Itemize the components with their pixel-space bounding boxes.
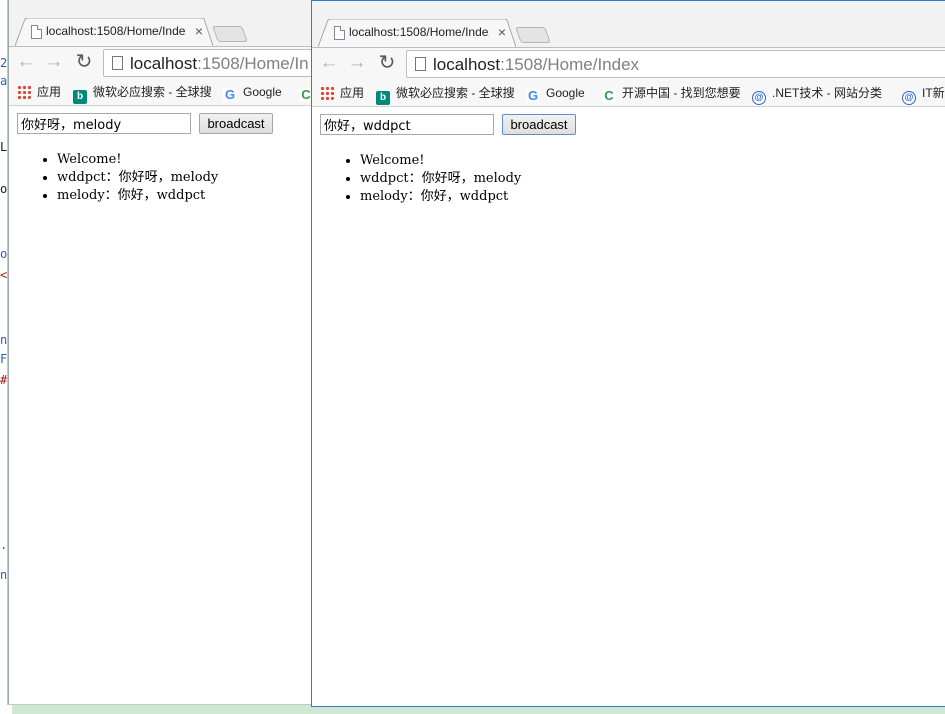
bookmark-apps[interactable]: 应用 xyxy=(17,83,61,101)
forward-arrow-icon[interactable]: → xyxy=(43,51,65,73)
bing-icon: b xyxy=(73,90,87,104)
reload-icon[interactable]: ↻ xyxy=(73,51,95,73)
forward-arrow-icon[interactable]: → xyxy=(346,52,368,74)
list-item: Welcome! xyxy=(57,151,218,169)
message-list: Welcome! wddpct：你好呀，melody melody：你好，wdd… xyxy=(360,152,521,206)
new-tab-button[interactable] xyxy=(212,26,248,42)
close-icon[interactable]: × xyxy=(192,23,206,39)
page-content: broadcast Welcome! wddpct：你好呀，melody mel… xyxy=(312,108,945,706)
bookmark-bing[interactable]: b 微软必应搜索 - 全球搜 xyxy=(73,83,212,104)
address-bar[interactable]: localhost:1508/Home/Index xyxy=(406,50,945,78)
list-item: Welcome! xyxy=(360,152,521,170)
tab-strip: localhost:1508/Home/Index × xyxy=(9,0,312,46)
list-item: wddpct：你好呀，melody xyxy=(360,170,521,188)
code-fragment: < xyxy=(0,268,8,282)
bookmark-cnblogs-it[interactable]: @ IT新 xyxy=(902,84,945,105)
bookmark-label: 应用 xyxy=(37,85,62,99)
message-input[interactable] xyxy=(17,113,191,134)
bookmark-google[interactable]: G Google xyxy=(223,83,282,102)
list-item: melody：你好，wddpct xyxy=(57,187,218,205)
bookmark-cnblogs-net[interactable]: @ .NET技术 - 网站分类 xyxy=(752,84,882,105)
page-icon xyxy=(31,25,42,39)
url-host: localhost xyxy=(130,54,198,73)
browser-window-right: localhost:1508/Home/Index × ← → ↻ localh… xyxy=(311,0,945,707)
cnblogs-icon: @ xyxy=(902,91,916,105)
bookmark-label: Google xyxy=(243,85,282,99)
bookmark-label: IT新 xyxy=(922,86,945,100)
tab-title: localhost:1508/Home/Index xyxy=(46,24,186,38)
url-path: :1508/Home/Index xyxy=(500,55,640,74)
message-list: Welcome! wddpct：你好呀，melody melody：你好，wdd… xyxy=(57,151,218,205)
back-arrow-icon[interactable]: ← xyxy=(318,52,340,74)
new-tab-button[interactable] xyxy=(515,27,551,43)
page-icon xyxy=(112,56,123,70)
code-fragment: # xyxy=(0,373,8,387)
bookmark-google[interactable]: G Google xyxy=(526,84,585,103)
code-fragment: . xyxy=(0,538,8,552)
address-bar[interactable]: localhost:1508/Home/In xyxy=(103,49,312,77)
bookmarks-bar: 应用 b 微软必应搜索 - 全球搜 G Google C xyxy=(9,78,312,106)
apps-grid-icon xyxy=(17,85,31,99)
url-text: localhost:1508/Home/Index xyxy=(433,55,639,75)
cnblogs-icon: @ xyxy=(752,91,766,105)
page-icon xyxy=(334,26,345,40)
bookmark-apps[interactable]: 应用 xyxy=(320,84,364,102)
bookmark-label: 微软必应搜索 - 全球搜 xyxy=(396,86,515,100)
page-content: broadcast Welcome! wddpct：你好呀，melody mel… xyxy=(9,107,312,704)
reload-icon[interactable]: ↻ xyxy=(376,52,398,74)
bookmark-bing[interactable]: b 微软必应搜索 - 全球搜 xyxy=(376,84,515,105)
bookmark-label: Google xyxy=(546,86,585,100)
url-path: :1508/Home/In xyxy=(197,54,309,73)
bookmarks-bar: 应用 b 微软必应搜索 - 全球搜 G Google C 开源中国 - 找到您想要 @… xyxy=(312,79,945,107)
google-icon: G xyxy=(223,87,237,102)
url-host: localhost xyxy=(433,55,501,74)
close-icon[interactable]: × xyxy=(495,24,509,40)
bookmark-label: 微软必应搜索 - 全球搜 xyxy=(93,85,212,99)
bookmark-label: 开源中国 - 找到您想要 xyxy=(622,86,741,100)
apps-grid-icon xyxy=(320,86,334,100)
browser-toolbar: ← → ↻ localhost:1508/Home/In xyxy=(9,46,312,78)
browser-window-left: localhost:1508/Home/Index × ← → ↻ localh… xyxy=(8,0,312,704)
bookmark-label: 应用 xyxy=(340,86,365,100)
oschina-icon: C xyxy=(602,89,616,103)
list-item: wddpct：你好呀，melody xyxy=(57,169,218,187)
page-icon xyxy=(415,57,426,71)
bookmark-label: .NET技术 - 网站分类 xyxy=(772,86,882,100)
bookmark-oschina[interactable]: C 开源中国 - 找到您想要 xyxy=(602,84,741,103)
url-text: localhost:1508/Home/In xyxy=(130,54,309,74)
list-item: melody：你好，wddpct xyxy=(360,188,521,206)
code-fragment: 2 xyxy=(0,56,8,70)
broadcast-button[interactable]: broadcast xyxy=(199,113,273,134)
message-input[interactable] xyxy=(320,114,494,135)
browser-toolbar: ← → ↻ localhost:1508/Home/Index xyxy=(312,47,945,79)
broadcast-button[interactable]: broadcast xyxy=(502,114,576,135)
google-icon: G xyxy=(526,88,540,103)
tab-strip: localhost:1508/Home/Index × xyxy=(312,1,945,47)
back-arrow-icon[interactable]: ← xyxy=(15,51,37,73)
tab-title: localhost:1508/Home/Index xyxy=(349,25,489,39)
bing-icon: b xyxy=(376,91,390,105)
